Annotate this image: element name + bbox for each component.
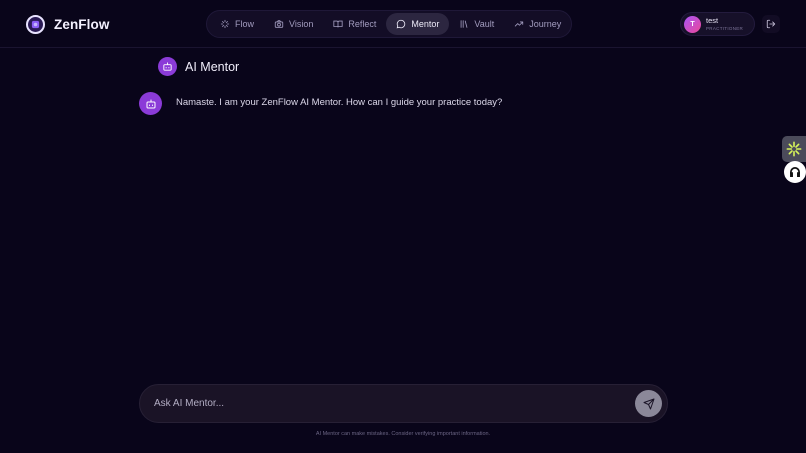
zenflow-logo-icon (26, 14, 45, 34)
bot-avatar-icon (139, 92, 162, 115)
chat-composer (139, 384, 668, 423)
trending-up-icon (515, 21, 524, 27)
assistant-message: Namaste. I am your ZenFlow AI Mentor. Ho… (139, 92, 502, 115)
brand[interactable]: ZenFlow (26, 14, 109, 34)
user-profile[interactable]: T test PRACTITIONER (680, 12, 755, 36)
nav-item-vault[interactable]: Vault (449, 13, 504, 35)
page-title: AI Mentor (185, 59, 240, 74)
message-text: Namaste. I am your ZenFlow AI Mentor. Ho… (176, 97, 503, 108)
brand-name: ZenFlow (54, 16, 110, 32)
send-button[interactable] (635, 390, 662, 417)
sparkle-widget-button[interactable] (782, 136, 806, 162)
support-widget-button[interactable] (784, 161, 806, 183)
book-icon (333, 20, 343, 28)
nav-item-label: Vision (289, 19, 314, 29)
nav-item-label: Reflect (348, 19, 377, 29)
chat-bubble-icon (397, 19, 406, 29)
library-icon (461, 20, 468, 28)
nav-item-label: Vault (474, 19, 495, 29)
bot-icon (158, 57, 177, 76)
sparkle-burst-icon (786, 141, 802, 157)
camera-icon (274, 20, 284, 28)
user-role: PRACTITIONER (706, 25, 744, 31)
nav-item-label: Mentor (411, 19, 440, 29)
logout-icon (766, 19, 776, 29)
nav-item-vision[interactable]: Vision (264, 13, 323, 35)
top-header: ZenFlow Flow Vision Reflect Mentor Vault (0, 0, 806, 48)
page-header: AI Mentor (158, 57, 239, 76)
user-info: test PRACTITIONER (706, 17, 743, 31)
avatar: T (684, 15, 701, 33)
chat-input[interactable] (140, 385, 635, 422)
headset-icon (790, 167, 800, 177)
nav-item-reflect[interactable]: Reflect (323, 13, 386, 35)
nav-item-label: Journey (529, 19, 562, 29)
nav-item-label: Flow (235, 19, 255, 29)
nav-item-journey[interactable]: Journey (504, 13, 571, 35)
logout-button[interactable] (762, 15, 780, 33)
sparkles-icon (220, 19, 230, 29)
user-name: test (706, 16, 719, 25)
nav-item-flow[interactable]: Flow (210, 13, 264, 35)
nav-item-mentor[interactable]: Mentor (386, 13, 450, 35)
main-nav: Flow Vision Reflect Mentor Vault Journey (206, 10, 572, 38)
disclaimer-text: AI Mentor can make mistakes. Consider ve… (315, 431, 491, 437)
app-root: ZenFlow Flow Vision Reflect Mentor Vault (0, 0, 806, 453)
send-icon (643, 398, 654, 409)
